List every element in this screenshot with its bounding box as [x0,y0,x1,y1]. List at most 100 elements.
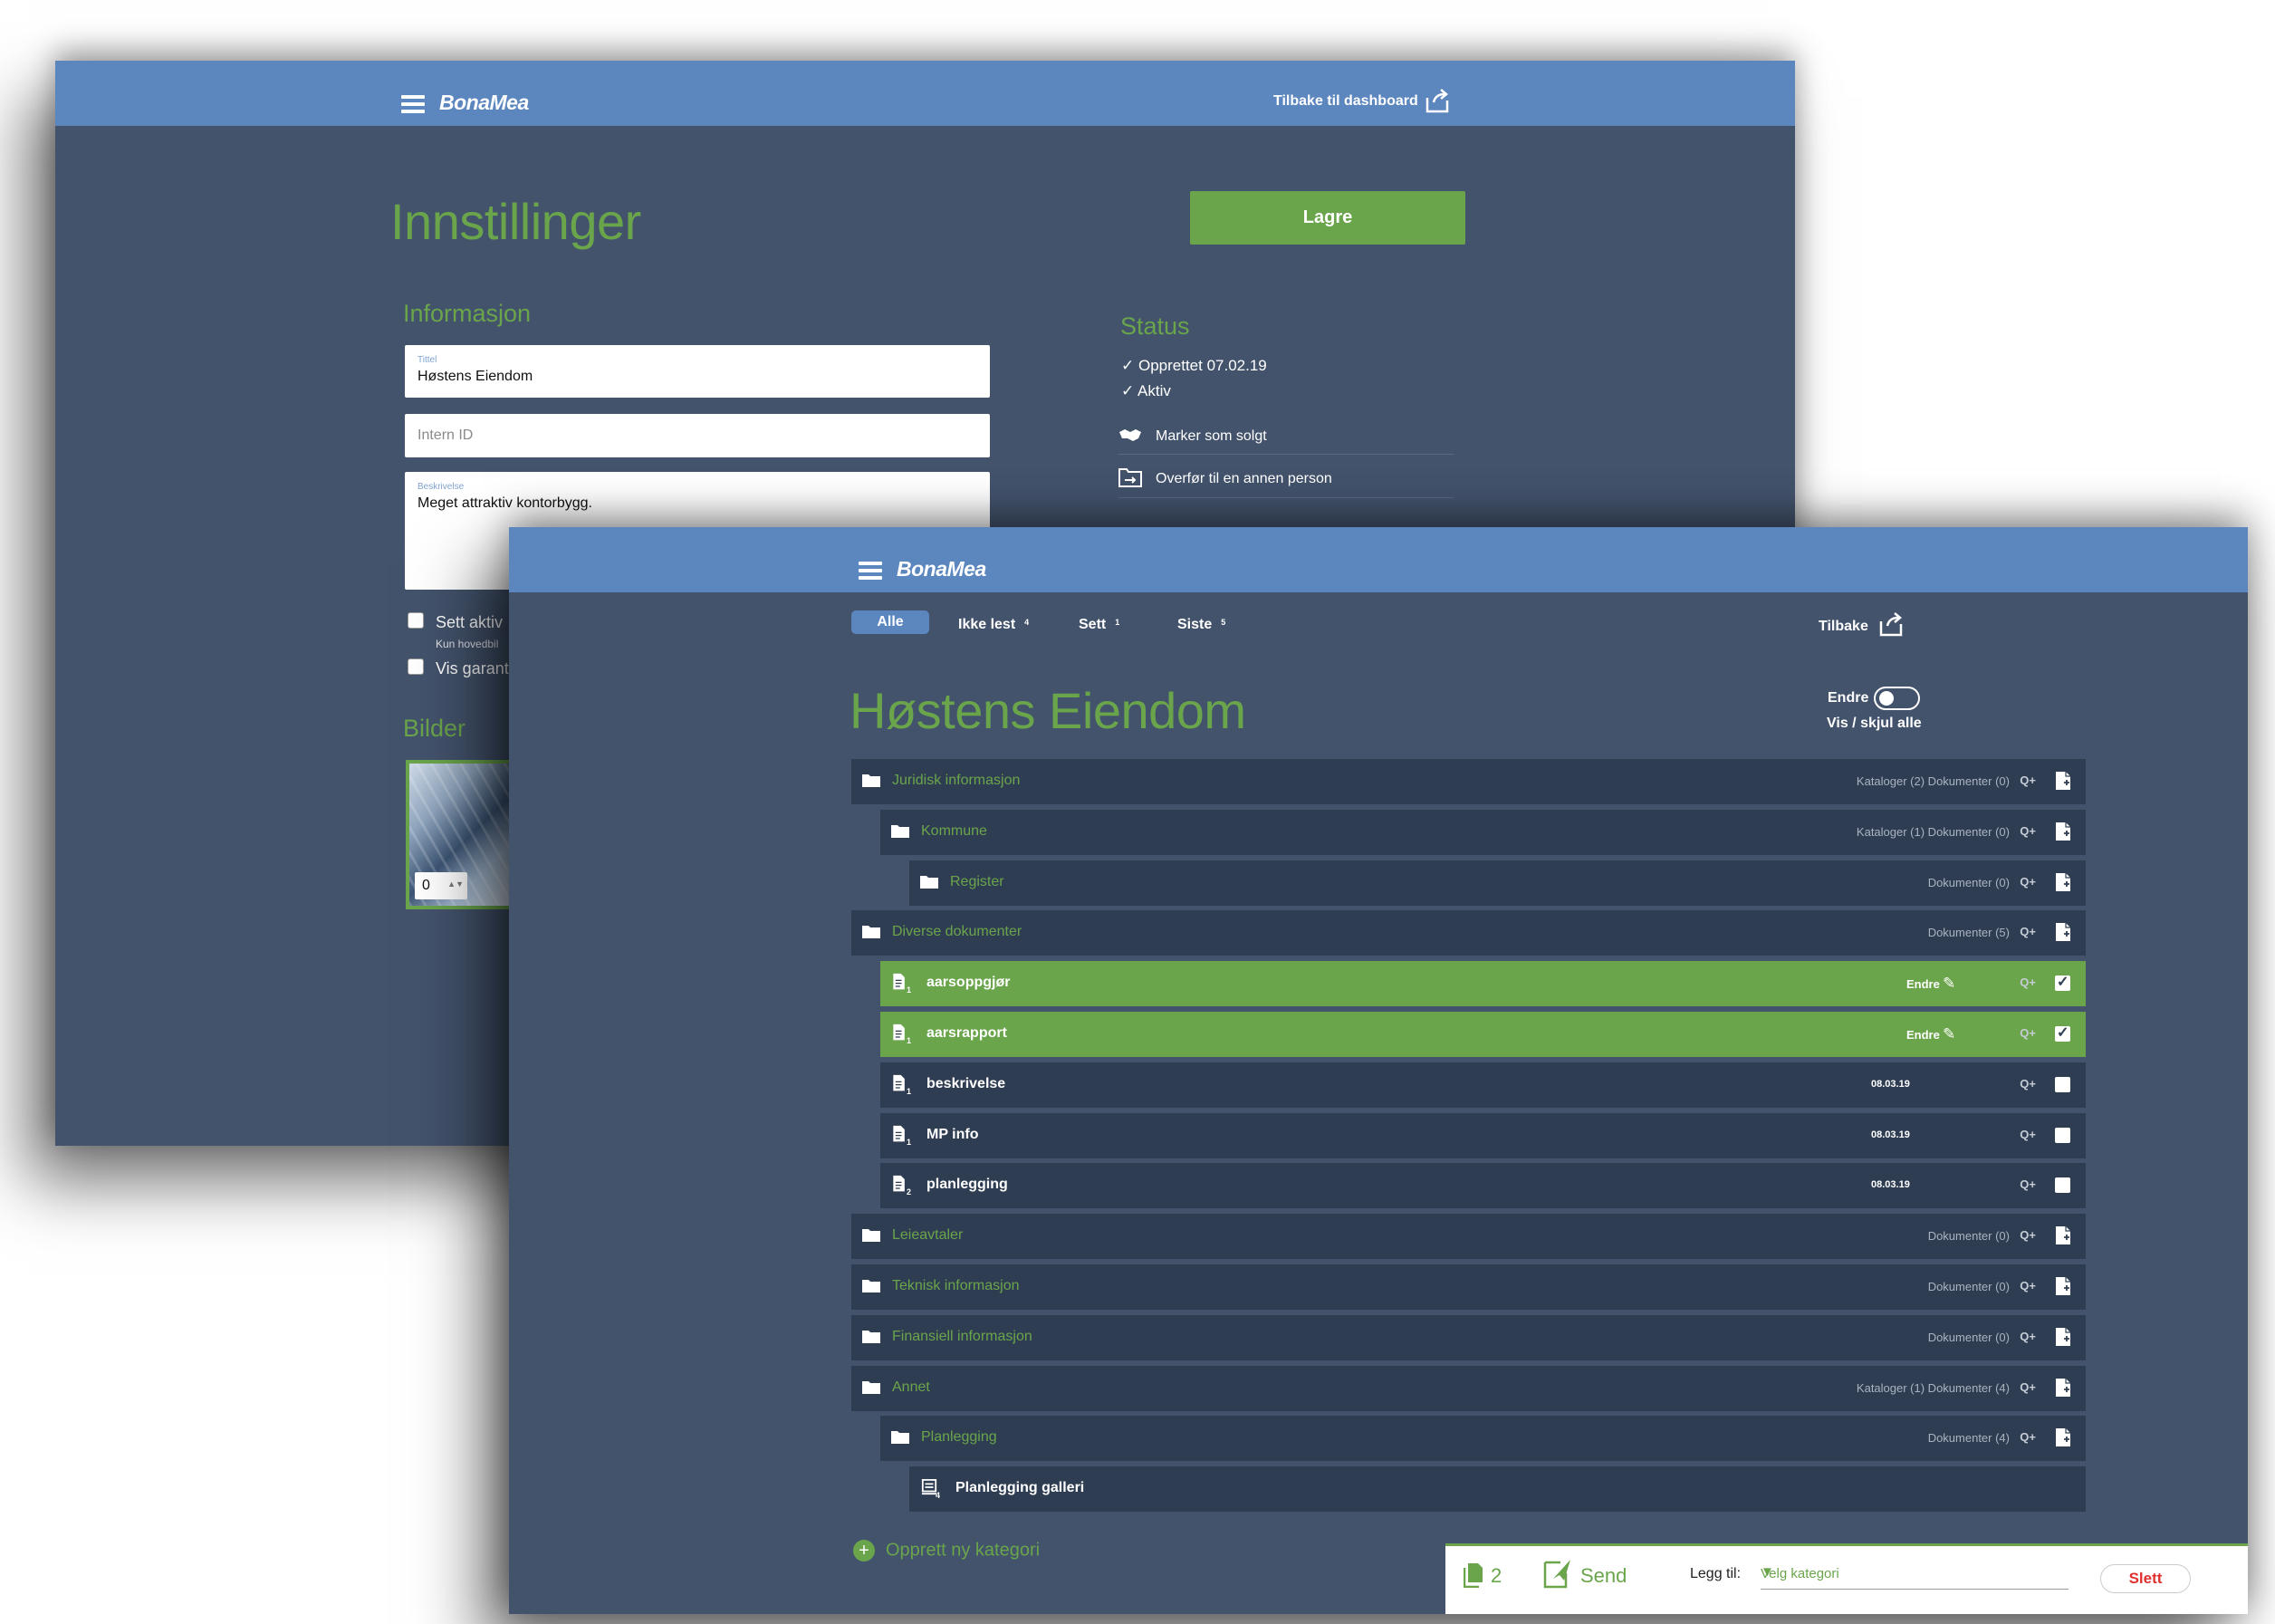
edit-toggle[interactable] [1874,687,1920,710]
folder-row[interactable]: Kommune Kataloger (1) Dokumenter (0) Q+ [880,810,2086,855]
folder-row[interactable]: Finansiell informasjon Dokumenter (0) Q+ [851,1315,2086,1360]
folder-row[interactable]: Diverse dokumenter Dokumenter (5) Q+ [851,910,2086,956]
send-icon[interactable] [1542,1557,1573,1590]
folder-counts: Dokumenter (0) [1927,1229,2010,1243]
search-plus-icon[interactable]: Q+ [2020,875,2036,889]
row-name[interactable]: aarsoppgjør [926,975,1010,991]
tab-latest[interactable]: Siste 5 [1177,610,1225,634]
search-plus-icon[interactable]: Q+ [2020,774,2036,787]
edit-link[interactable]: Endre [1906,1028,1940,1042]
select-checkbox[interactable] [2055,1128,2070,1143]
page-title: Innstillinger [390,193,641,250]
row-name[interactable]: Register [950,874,1004,890]
send-button[interactable]: Send [1580,1564,1627,1588]
search-plus-icon[interactable]: Q+ [2020,824,2036,838]
category-select[interactable]: Velg kategori ▼ [1761,1562,2069,1590]
search-plus-icon[interactable]: Q+ [2020,1380,2036,1394]
row-name[interactable]: Annet [892,1379,930,1396]
pencil-icon[interactable]: ✎ [1943,975,1955,993]
folder-row[interactable]: Register Dokumenter (0) Q+ [909,860,2086,906]
active-checkbox[interactable] [408,612,424,629]
edit-link[interactable]: Endre [1906,977,1940,991]
row-name[interactable]: Kommune [921,823,987,840]
top-bar: BonaMea [509,527,2248,592]
document-row[interactable]: 2 planlegging 08.03.19 Q+ [880,1163,2086,1208]
add-document-icon[interactable] [2055,1327,2071,1347]
folder-row[interactable]: Leieavtaler Dokumenter (0) Q+ [851,1214,2086,1259]
building-image-thumbnail[interactable]: 0 ▲▼ [406,760,513,909]
row-name[interactable]: MP info [926,1127,978,1143]
back-to-dashboard-link[interactable]: Tilbake til dashboard [1273,93,1418,110]
add-document-icon[interactable] [2055,1225,2071,1245]
add-category-button[interactable]: + Opprett ny kategori [853,1540,1040,1562]
search-plus-icon[interactable]: Q+ [2020,1077,2036,1091]
select-checkbox[interactable] [2055,1177,2070,1193]
search-plus-icon[interactable]: Q+ [2020,1177,2036,1191]
add-document-icon[interactable] [2055,1276,2071,1296]
add-document-icon[interactable] [2055,872,2071,892]
menu-icon[interactable] [401,95,425,113]
row-name[interactable]: Finansiell informasjon [892,1329,1032,1345]
select-checkbox[interactable] [2055,973,2070,991]
search-plus-icon[interactable]: Q+ [2020,975,2036,989]
folder-row[interactable]: Annet Kataloger (1) Dokumenter (4) Q+ [851,1366,2086,1411]
add-document-icon[interactable] [2055,771,2071,791]
back-arrow-icon[interactable] [1425,89,1452,114]
image-sort-input[interactable]: 0 ▲▼ [415,872,467,899]
description-field-value[interactable]: Meget attraktiv kontorbygg. [418,495,592,512]
edit-toggle-label: Endre [1828,690,1869,706]
document-count-badge: 4 [936,1491,941,1500]
folder-row[interactable]: Juridisk informasjon Kataloger (2) Dokume… [851,759,2086,804]
gallery-icon: 4 [921,1478,941,1500]
add-document-icon[interactable] [2055,822,2071,841]
document-row[interactable]: 1 aarsrapport Endre ✎ Q+ [880,1012,2086,1057]
search-plus-icon[interactable]: Q+ [2020,925,2036,938]
search-plus-icon[interactable]: Q+ [2020,1128,2036,1141]
row-name[interactable]: Juridisk informasjon [892,773,1020,789]
tab-all[interactable]: Alle [851,610,929,634]
select-checkbox[interactable] [2055,1077,2070,1092]
back-arrow-icon[interactable] [1878,612,1905,638]
search-plus-icon[interactable]: Q+ [2020,1228,2036,1242]
document-row[interactable]: 1 beskrivelse 08.03.19 Q+ [880,1062,2086,1108]
folder-counts: Kataloger (1) Dokumenter (4) [1856,1381,2010,1395]
guarantee-checkbox[interactable] [408,658,424,675]
document-row[interactable]: 1 aarsoppgjør Endre ✎ Q+ [880,961,2086,1006]
search-plus-icon[interactable]: Q+ [2020,1026,2036,1040]
row-name[interactable]: beskrivelse [926,1076,1005,1092]
mark-sold-action[interactable]: Marker som solgt [1156,428,1267,445]
row-name[interactable]: planlegging [926,1177,1008,1193]
search-plus-icon[interactable]: Q+ [2020,1430,2036,1444]
select-checkbox[interactable] [2055,1023,2070,1042]
tab-seen[interactable]: Sett 1 [1079,610,1119,634]
save-button[interactable]: Lagre [1190,191,1465,245]
gallery-row[interactable]: 4 Planlegging galleri [909,1466,2086,1512]
pencil-icon[interactable]: ✎ [1943,1025,1955,1043]
add-document-icon[interactable] [2055,1378,2071,1398]
add-document-icon[interactable] [2055,1427,2071,1447]
search-plus-icon[interactable]: Q+ [2020,1279,2036,1292]
title-field-value[interactable]: Høstens Eiendom [418,369,533,385]
logo: BonaMea [439,91,529,114]
row-name[interactable]: Planlegging [921,1429,997,1446]
folder-row[interactable]: Teknisk informasjon Dokumenter (0) Q+ [851,1264,2086,1310]
row-name[interactable]: aarsrapport [926,1025,1007,1042]
add-document-icon[interactable] [2055,922,2071,942]
back-link[interactable]: Tilbake [1819,619,1868,635]
title-field[interactable]: Tittel Høstens Eiendom [405,345,990,398]
internal-id-field[interactable]: Intern ID [405,414,990,457]
status-heading: Status [1120,312,1190,340]
menu-icon[interactable] [859,562,882,580]
row-name[interactable]: Diverse dokumenter [892,924,1022,940]
document-row[interactable]: 1 MP info 08.03.19 Q+ [880,1113,2086,1158]
spinner-icon[interactable]: ▲▼ [447,879,464,889]
delete-button[interactable]: Slett [2100,1564,2191,1593]
show-hide-all-link[interactable]: Vis / skjul alle [1827,716,1922,732]
transfer-action[interactable]: Overfør til en annen person [1156,471,1332,487]
row-name[interactable]: Teknisk informasjon [892,1278,1020,1294]
search-plus-icon[interactable]: Q+ [2020,1330,2036,1343]
row-name[interactable]: Planlegging galleri [955,1480,1084,1496]
row-name[interactable]: Leieavtaler [892,1227,963,1244]
tab-unread[interactable]: Ikke lest 4 [958,610,1029,634]
folder-row[interactable]: Planlegging Dokumenter (4) Q+ [880,1416,2086,1461]
